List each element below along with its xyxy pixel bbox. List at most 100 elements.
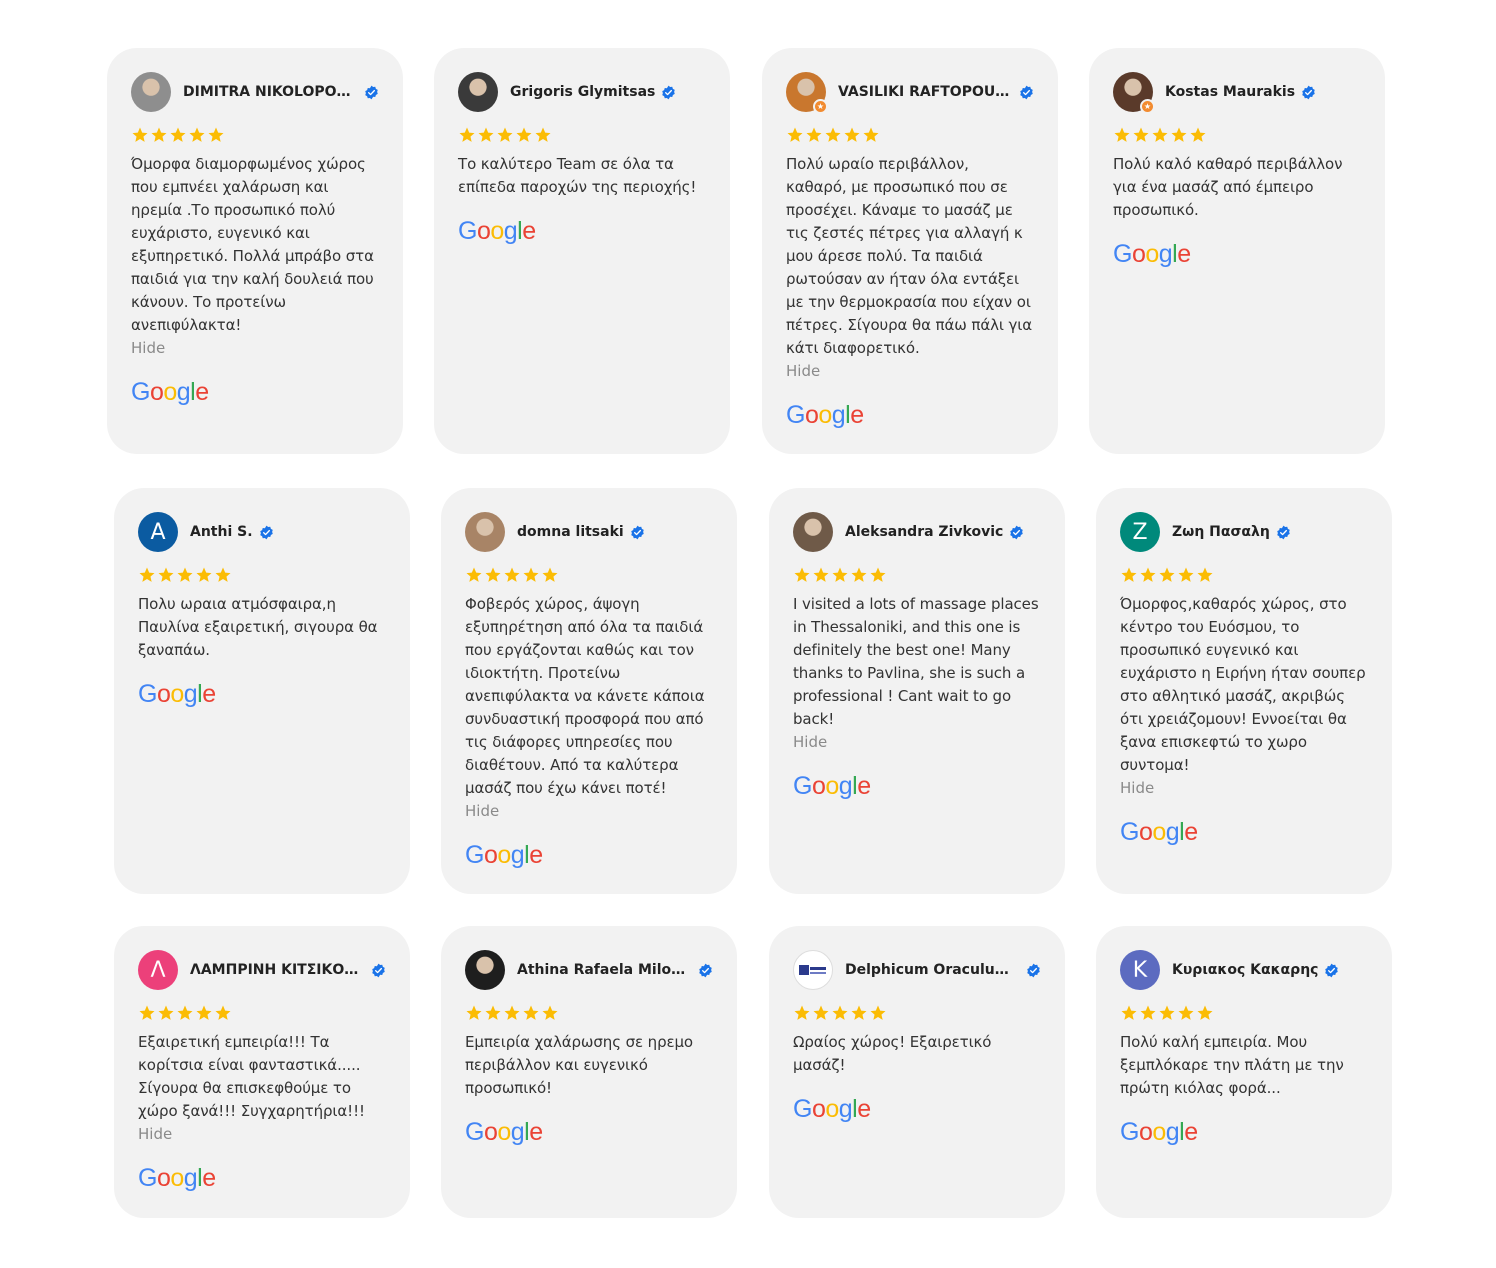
review-header: Z Ζωη Πασαλη <box>1120 512 1368 552</box>
star-rating <box>138 566 386 588</box>
avatar[interactable] <box>465 950 505 990</box>
google-logo: Google <box>1120 818 1198 846</box>
review-card: Grigoris Glymitsas Το καλύτερο Team σε όλ… <box>434 48 730 454</box>
review-header: Aleksandra Zivkovic <box>793 512 1041 552</box>
google-logo: Google <box>1113 240 1191 268</box>
star-rating <box>465 566 713 588</box>
star-icon <box>1171 127 1187 142</box>
star-rating <box>793 566 1041 588</box>
avatar[interactable]: ★ <box>1113 72 1155 114</box>
avatar[interactable]: Z <box>1120 512 1160 552</box>
google-logo: Google <box>786 401 864 429</box>
star-icon <box>1152 127 1168 142</box>
review-card: ★ VASILIKI RAFTOPOULOU Πολύ ωραίο περιβάλλ… <box>762 48 1058 454</box>
star-icon <box>497 127 513 142</box>
star-icon <box>1197 1005 1213 1020</box>
hide-link[interactable]: Hide <box>465 800 713 823</box>
verified-badge-icon <box>662 85 676 99</box>
star-icon <box>1121 1005 1137 1020</box>
verified-badge-icon <box>699 963 712 977</box>
verified-badge-icon <box>372 963 385 977</box>
avatar[interactable] <box>793 512 833 552</box>
star-rating <box>1113 126 1361 148</box>
star-icon <box>1114 127 1130 142</box>
review-text: Πολύ καλή εμπειρία. Μου ξεμπλόκαρε την π… <box>1120 1033 1344 1097</box>
review-card: domna litsaki Φοβερός χώρος, άψογη εξυπηρ… <box>441 488 737 894</box>
review-text: Ωραίος χώρος! Εξαιρετικό μασάζ! <box>793 1033 992 1074</box>
avatar[interactable]: A <box>138 512 178 552</box>
star-icon <box>1159 567 1175 582</box>
star-rating <box>131 126 379 148</box>
review-card: DIMITRA NIKOLOPOUL... Όμορφα διαμορφωμένο… <box>107 48 403 454</box>
star-icon <box>851 1005 867 1020</box>
reviewer-name[interactable]: Delphicum Oraculum Ti... <box>845 962 1020 978</box>
star-icon <box>851 567 867 582</box>
avatar[interactable]: ★ <box>786 72 828 114</box>
review-header: Athina Rafaela Milousi <box>465 950 713 990</box>
star-icon <box>1178 1005 1194 1020</box>
reviewer-name[interactable]: Grigoris Glymitsas <box>510 84 655 100</box>
reviewer-name[interactable]: DIMITRA NIKOLOPOUL... <box>183 84 358 100</box>
hide-link[interactable]: Hide <box>131 337 379 360</box>
company-logo-icon <box>799 965 826 975</box>
hide-link[interactable]: Hide <box>793 731 1041 754</box>
reviewer-name[interactable]: Athina Rafaela Milousi <box>517 962 692 978</box>
reviewer-name[interactable]: ΛΑΜΠΡΙΝΗ ΚΙΤΣΙΚΟΥΔΗ <box>190 962 365 978</box>
avatar[interactable] <box>131 72 171 112</box>
google-logo: Google <box>465 841 543 869</box>
avatar[interactable] <box>465 512 505 552</box>
star-icon <box>813 567 829 582</box>
review-card: Athina Rafaela Milousi Εμπειρία χαλάρωσης… <box>441 926 737 1218</box>
star-icon <box>1140 1005 1156 1020</box>
reviewer-name[interactable]: Kostas Maurakis <box>1165 84 1295 100</box>
star-icon <box>806 127 822 142</box>
star-icon <box>844 127 860 142</box>
star-icon <box>196 1005 212 1020</box>
avatar[interactable] <box>458 72 498 112</box>
hide-link[interactable]: Hide <box>138 1123 386 1146</box>
star-icon <box>158 567 174 582</box>
star-icon <box>466 1005 482 1020</box>
google-logo: Google <box>138 680 216 708</box>
review-text: Εμπειρία χαλάρωσης σε ηρεμο περιβάλλον κ… <box>465 1033 694 1097</box>
hide-link[interactable]: Hide <box>786 360 1034 383</box>
star-icon <box>863 127 879 142</box>
review-text: Πολύ καλό καθαρό περιβάλλον για ένα μασά… <box>1113 155 1343 219</box>
avatar-letter: Κ <box>1132 957 1148 983</box>
star-icon <box>523 567 539 582</box>
avatar[interactable]: Κ <box>1120 950 1160 990</box>
avatar[interactable] <box>793 950 833 990</box>
google-logo: Google <box>1120 1118 1198 1146</box>
local-guide-badge-icon: ★ <box>813 99 828 114</box>
review-text: Το καλύτερο Team σε όλα τα επίπεδα παροχ… <box>458 155 697 196</box>
reviewer-name[interactable]: Ζωη Πασαλη <box>1172 524 1270 540</box>
reviewer-name[interactable]: Anthi S. <box>190 524 253 540</box>
star-icon <box>870 567 886 582</box>
reviewer-name[interactable]: VASILIKI RAFTOPOULOU <box>838 84 1013 100</box>
google-logo: Google <box>131 378 209 406</box>
review-card: ★ Kostas Maurakis Πολύ καλό καθαρό περιβάλ… <box>1089 48 1385 454</box>
star-icon <box>542 567 558 582</box>
verified-badge-icon <box>1277 525 1290 539</box>
avatar-letter: Z <box>1132 519 1148 545</box>
star-icon <box>139 567 155 582</box>
reviewer-name[interactable]: domna litsaki <box>517 524 624 540</box>
hide-link[interactable]: Hide <box>1120 777 1368 800</box>
star-icon <box>139 1005 155 1020</box>
google-logo: Google <box>793 1095 871 1123</box>
verified-badge-icon <box>1325 963 1339 977</box>
star-icon <box>523 1005 539 1020</box>
avatar[interactable]: Λ <box>138 950 178 990</box>
review-text: Εξαιρετική εμπειρία!!! Τα κορίτσια είναι… <box>138 1033 365 1120</box>
star-icon <box>794 1005 810 1020</box>
star-icon <box>542 1005 558 1020</box>
star-icon <box>208 127 224 142</box>
review-text: Πολυ ωραια ατμόσφαιρα,η Παυλίνα εξαιρετι… <box>138 595 378 659</box>
reviewer-name[interactable]: Κυριακος Κακαρης <box>1172 962 1318 978</box>
star-icon <box>485 567 501 582</box>
review-card: Aleksandra Zivkovic I visited a lots of m… <box>769 488 1065 894</box>
star-icon <box>1121 567 1137 582</box>
reviewer-name[interactable]: Aleksandra Zivkovic <box>845 524 1003 540</box>
review-text: Φοβερός χώρος, άψογη εξυπηρέτηση από όλα… <box>465 595 705 797</box>
verified-badge-icon <box>630 525 644 539</box>
